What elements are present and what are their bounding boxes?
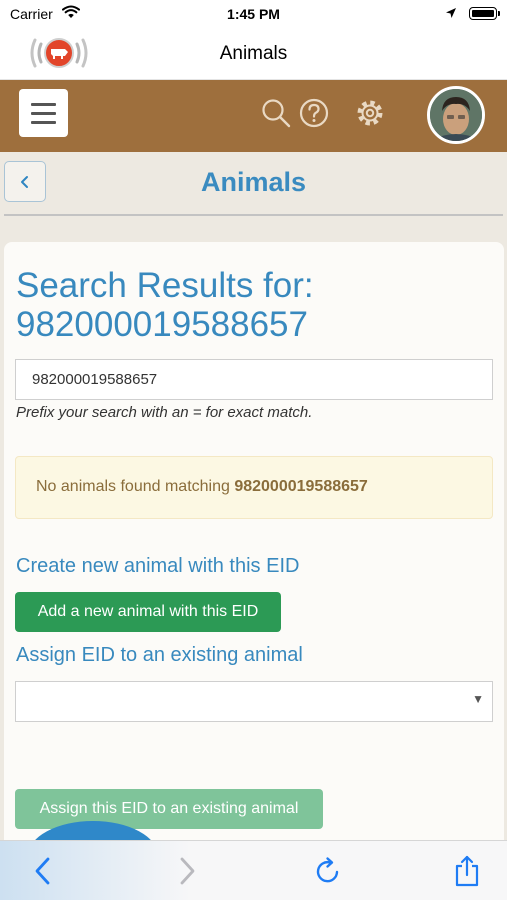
location-arrow-icon [445, 6, 457, 22]
battery-icon [469, 7, 500, 20]
browser-toolbar [0, 840, 507, 900]
search-input[interactable] [15, 359, 493, 400]
results-heading-query: 982000019588657 [16, 305, 308, 344]
user-avatar[interactable] [427, 86, 485, 144]
clock: 1:45 PM [227, 6, 280, 22]
search-hint: Prefix your search with an = for exact m… [16, 404, 313, 421]
browser-page-title: Animals [219, 43, 288, 64]
alert-text: No animals found matching [36, 478, 235, 495]
assign-section-title: Assign EID to an existing animal [16, 644, 303, 666]
toolbar-highlight [0, 841, 190, 900]
alert-query: 982000019588657 [234, 478, 368, 495]
create-section-title: Create new animal with this EID [16, 555, 300, 577]
browser-title-bar: Animals [0, 28, 507, 80]
reload-icon[interactable] [313, 855, 343, 892]
share-icon[interactable] [452, 855, 482, 892]
search-icon[interactable] [260, 97, 292, 134]
page-head: Animals [0, 152, 507, 218]
existing-animal-select[interactable]: ▼ [15, 681, 493, 722]
divider [4, 214, 503, 216]
status-bar: Carrier 1:45 PM [0, 0, 507, 28]
results-heading-prefix: Search Results for: [16, 266, 314, 305]
search-results-card: Search Results for: 982000019588657 Pref… [4, 242, 504, 891]
app-header [0, 80, 507, 152]
add-animal-button[interactable]: Add a new animal with this EID [15, 592, 281, 632]
menu-button[interactable] [19, 89, 68, 137]
help-icon[interactable] [298, 97, 330, 134]
assign-eid-button[interactable]: Assign this EID to an existing animal [15, 789, 323, 829]
results-heading: Search Results for: 982000019588657 [16, 266, 486, 344]
gear-icon[interactable] [354, 97, 386, 134]
page-title: Animals [200, 167, 307, 197]
back-icon[interactable] [30, 855, 58, 892]
caret-down-icon: ▼ [472, 692, 484, 706]
no-results-alert: No animals found matching 98200001958865… [15, 456, 493, 519]
forward-icon[interactable] [172, 855, 200, 892]
